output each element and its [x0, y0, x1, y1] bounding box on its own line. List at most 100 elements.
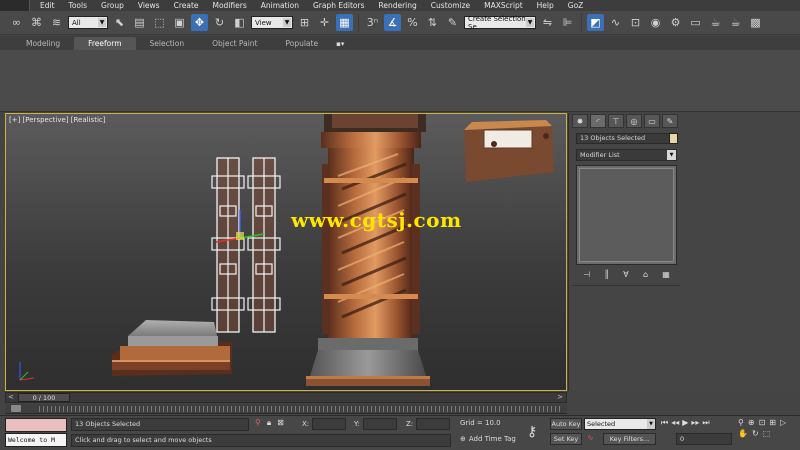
key-selection-dropdown[interactable]: Selected ▼ — [584, 418, 656, 430]
move-pivot-icon[interactable]: ✛ — [316, 14, 333, 31]
isolate-selection-icon[interactable]: ⚲ — [255, 418, 261, 428]
menu-goz[interactable]: GoZ — [561, 0, 591, 11]
menu-graph-editors[interactable]: Graph Editors — [306, 0, 372, 11]
hierarchy-icon[interactable]: ⊤ — [608, 114, 624, 128]
texture-tools-icon[interactable]: ▩ — [747, 14, 764, 31]
time-slider-thumb[interactable]: 0 / 100 — [18, 393, 70, 402]
maxscript-listener[interactable]: Welcome to M — [5, 433, 67, 447]
motion-icon[interactable]: ◎ — [626, 114, 642, 128]
bind-space-warp-icon[interactable]: ≋ — [48, 14, 65, 31]
tab-populate[interactable]: Populate — [271, 37, 332, 50]
rendered-frame-window-icon[interactable]: ▭ — [687, 14, 704, 31]
field-of-view-icon[interactable]: ▷ — [780, 418, 786, 427]
go-to-start-icon[interactable]: ⏮ — [661, 418, 668, 428]
menu-help[interactable]: Help — [530, 0, 561, 11]
previous-frame-icon[interactable]: ◂◂ — [671, 418, 679, 428]
schematic-view-icon[interactable]: ⊡ — [627, 14, 644, 31]
select-by-name-icon[interactable]: ▤ — [131, 14, 148, 31]
pan-icon[interactable]: ✋ — [738, 429, 748, 438]
selection-lock-icon[interactable]: 🔒︎ — [267, 418, 271, 428]
zoom-extents-all-icon[interactable]: ⊞ — [769, 418, 776, 427]
percent-snap-icon[interactable]: % — [404, 14, 421, 31]
unlink-icon[interactable]: ⌘ — [28, 14, 45, 31]
edit-named-selection-icon[interactable]: ✎ — [444, 14, 461, 31]
zoom-icon[interactable]: ⚲ — [738, 418, 744, 427]
modify-icon[interactable]: ◜ — [590, 114, 606, 128]
y-input[interactable] — [362, 418, 397, 430]
menu-rendering[interactable]: Rendering — [371, 0, 423, 11]
selection-filter-dropdown[interactable]: All ▼ — [68, 16, 108, 29]
utilities-icon[interactable]: ✎ — [662, 114, 678, 128]
tab-object-paint[interactable]: Object Paint — [198, 37, 271, 50]
show-end-result-icon[interactable]: ║ — [604, 270, 609, 279]
render-iterative-icon[interactable]: ☕ — [727, 14, 744, 31]
layer-explorer-icon[interactable]: ◩ — [587, 14, 604, 31]
link-icon[interactable]: ∞ — [8, 14, 25, 31]
render-setup-icon[interactable]: ⚙ — [667, 14, 684, 31]
menu-animation[interactable]: Animation — [254, 0, 306, 11]
select-object-icon[interactable]: ⬉ — [111, 14, 128, 31]
column-object[interactable] — [306, 114, 430, 386]
select-and-scale-icon[interactable]: ◧ — [231, 14, 248, 31]
x-input[interactable] — [312, 418, 347, 430]
menu-edit[interactable]: Edit — [30, 0, 62, 11]
pedestal-object[interactable] — [112, 320, 232, 376]
material-editor-icon[interactable]: ◉ — [647, 14, 664, 31]
mirror-icon[interactable]: ⇋ — [539, 14, 556, 31]
next-frame-icon[interactable]: ▸▸ — [691, 418, 699, 428]
menu-modifiers[interactable]: Modifiers — [206, 0, 254, 11]
application-button[interactable] — [0, 0, 30, 11]
chevron-right-icon[interactable]: > — [557, 393, 563, 402]
zoom-all-icon[interactable]: ⊕ — [748, 418, 755, 427]
make-unique-icon[interactable]: ∀ — [623, 270, 628, 279]
mini-curve-editor-icon[interactable] — [11, 405, 21, 412]
ribbon-options-icon[interactable]: ▪▾ — [336, 40, 344, 50]
track-bar[interactable] — [5, 404, 567, 414]
pivot-center-icon[interactable]: ⊞ — [296, 14, 313, 31]
selected-lattice-object[interactable] — [211, 157, 281, 333]
set-key-button[interactable]: Set Key — [550, 433, 582, 445]
pin-stack-icon[interactable]: ⊣ — [583, 270, 590, 279]
render-production-icon[interactable]: ☕ — [707, 14, 724, 31]
configure-modifier-sets-icon[interactable]: ▦ — [662, 270, 670, 279]
z-input[interactable] — [416, 418, 451, 430]
select-and-move-icon[interactable]: ✥ — [191, 14, 208, 31]
tab-freeform[interactable]: Freeform — [74, 37, 136, 50]
default-in-out-tangent-icon[interactable]: ∿ — [587, 433, 599, 445]
absolute-mode-icon[interactable]: ⊠ — [277, 418, 284, 428]
zoom-extents-icon[interactable]: ⊡ — [759, 418, 766, 427]
object-name-field[interactable]: 13 Objects Selected — [576, 133, 674, 144]
menu-group[interactable]: Group — [94, 0, 131, 11]
modifier-stack[interactable] — [576, 165, 677, 265]
capital-object[interactable] — [464, 120, 554, 182]
object-color-swatch[interactable] — [669, 133, 678, 144]
menu-views[interactable]: Views — [131, 0, 167, 11]
add-time-tag-button[interactable]: ⊕ Add Time Tag — [460, 435, 516, 443]
rectangular-selection-icon[interactable]: ⬚ — [151, 14, 168, 31]
align-icon[interactable]: ⊫ — [559, 14, 576, 31]
menu-maxscript[interactable]: MAXScript — [477, 0, 530, 11]
snap-toggle-icon[interactable]: 3ⁿ — [364, 14, 381, 31]
auto-key-button[interactable]: Auto Key — [550, 418, 582, 430]
keyboard-shortcut-override-icon[interactable]: ▦ — [336, 14, 353, 31]
angle-snap-icon[interactable]: ∡ — [384, 14, 401, 31]
current-frame-input[interactable]: 0 — [676, 433, 732, 445]
key-filters-button[interactable]: Key Filters... — [603, 433, 656, 445]
tab-selection[interactable]: Selection — [136, 37, 199, 50]
curve-editor-icon[interactable]: ∿ — [607, 14, 624, 31]
modifier-list-dropdown[interactable]: Modifier List ▼ — [576, 149, 677, 161]
menu-customize[interactable]: Customize — [424, 0, 477, 11]
time-slider[interactable]: < 0 / 100 > — [5, 392, 567, 403]
perspective-viewport[interactable]: [+] [Perspective] [Realistic] www.cgtsj.… — [5, 113, 567, 391]
tab-modeling[interactable]: Modeling — [12, 37, 74, 50]
orbit-icon[interactable]: ↻ — [752, 429, 759, 438]
spinner-snap-icon[interactable]: ⇅ — [424, 14, 441, 31]
chevron-left-icon[interactable]: < — [8, 393, 14, 402]
select-and-rotate-icon[interactable]: ↻ — [211, 14, 228, 31]
menu-tools[interactable]: Tools — [62, 0, 94, 11]
go-to-end-icon[interactable]: ⏭ — [702, 418, 709, 428]
window-crossing-icon[interactable]: ▣ — [171, 14, 188, 31]
maxscript-listener-top[interactable] — [5, 418, 67, 432]
reference-coordinate-dropdown[interactable]: View ▼ — [251, 16, 293, 29]
set-key-mode-icon[interactable]: ⚷ — [527, 424, 537, 440]
